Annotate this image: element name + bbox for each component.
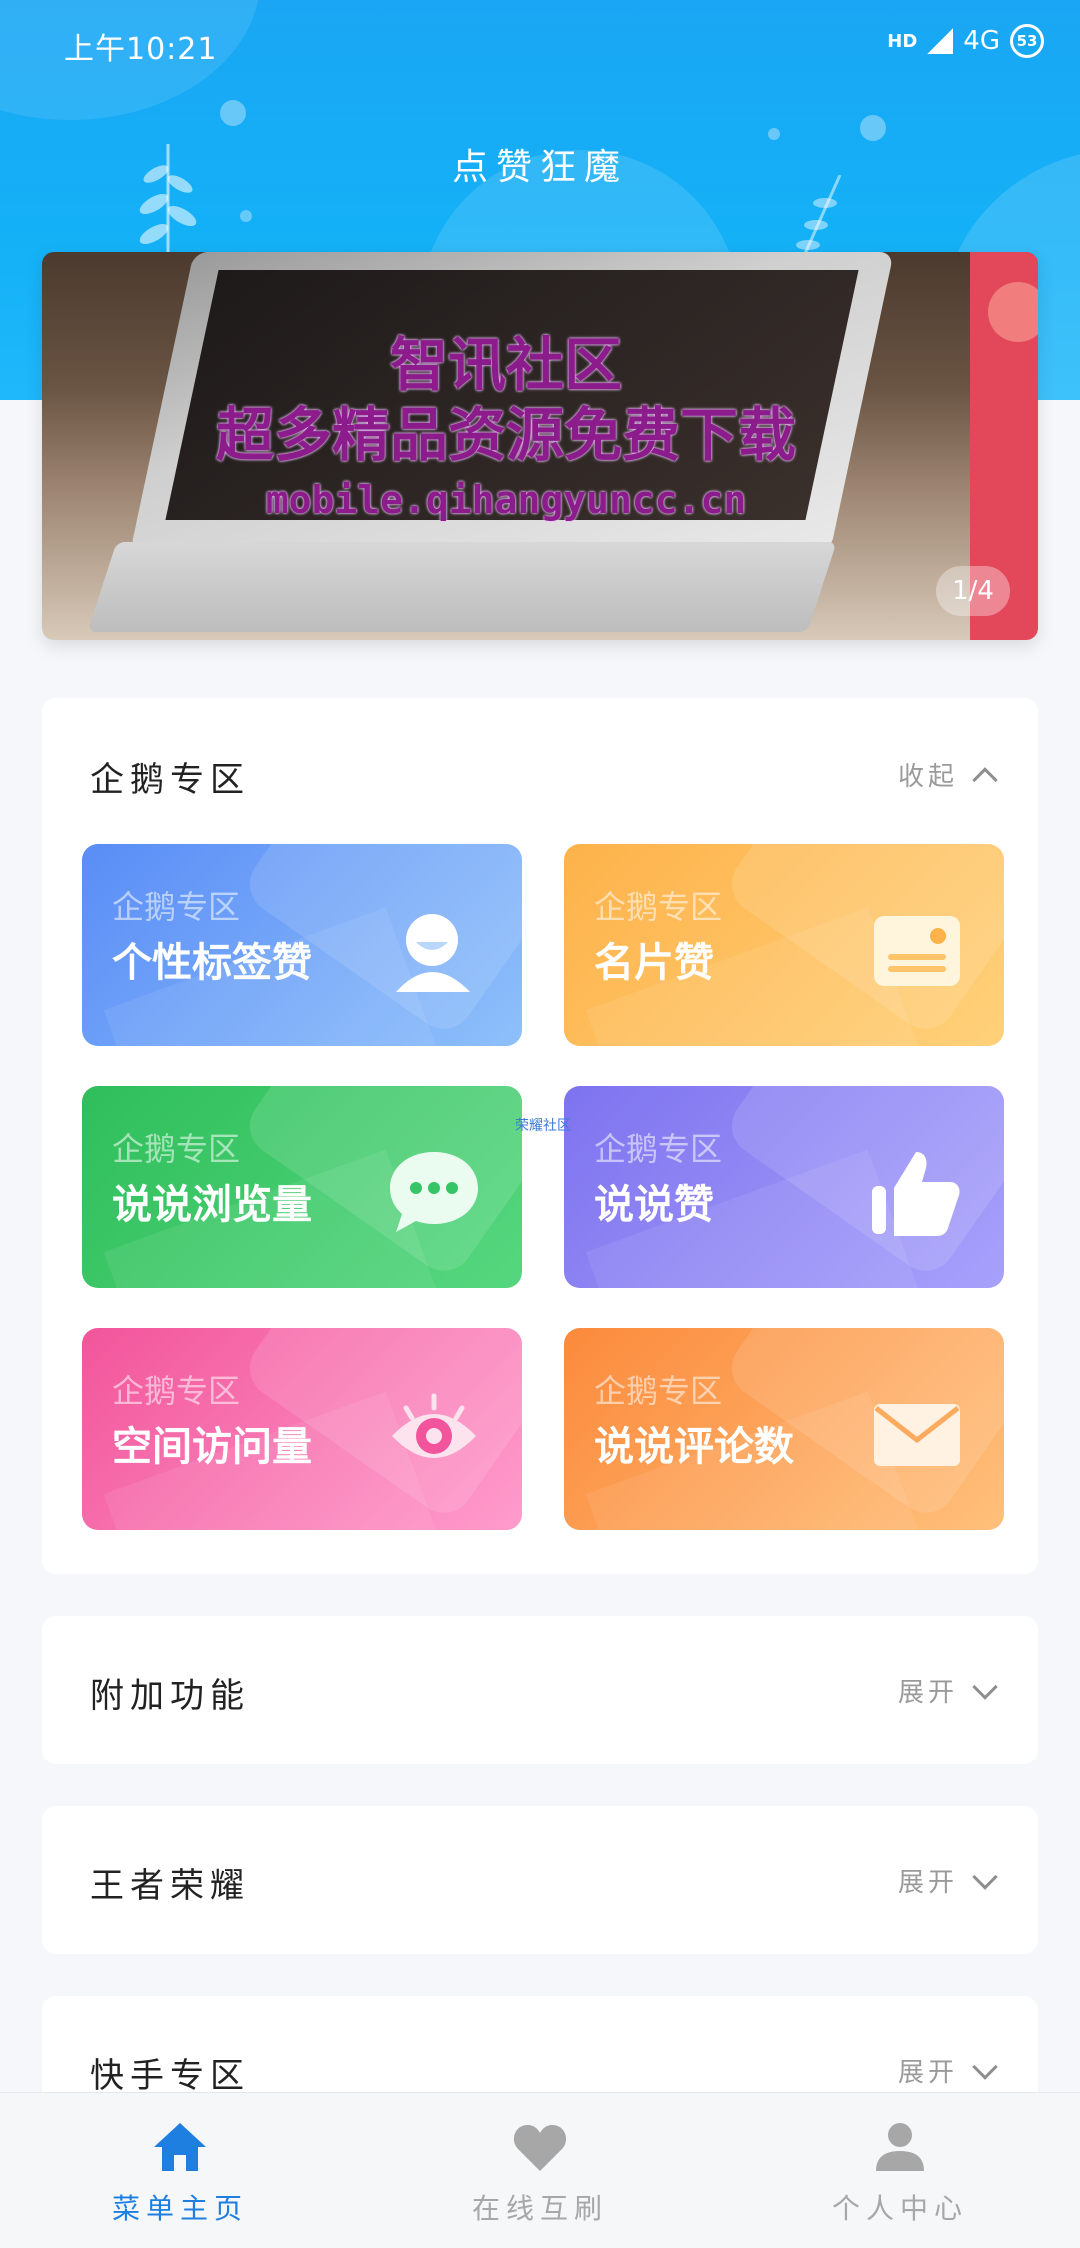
banner-pager: 1/4 bbox=[936, 566, 1010, 616]
tile-subtitle: 企鹅专区 bbox=[112, 1130, 241, 1168]
chevron-down-icon bbox=[972, 1673, 998, 1700]
tile-subtitle: 企鹅专区 bbox=[594, 888, 723, 926]
tab-home[interactable]: 菜单主页 bbox=[0, 2093, 360, 2248]
home-icon bbox=[154, 2123, 206, 2171]
chevron-down-icon bbox=[972, 2053, 998, 2080]
expand-toggle[interactable]: 展开 bbox=[897, 1862, 998, 1899]
banner-text: 智讯社区 超多精品资源免费下载 mobile.qihangyuncc.cn bbox=[42, 330, 970, 530]
tab-profile[interactable]: 个人中心 bbox=[720, 2093, 1080, 2248]
watermark-text: 荣耀社区 bbox=[515, 1118, 571, 1134]
expand-toggle[interactable]: 展开 bbox=[897, 1672, 998, 1709]
tile-label: 说说浏览量 bbox=[112, 1182, 312, 1228]
tile-post-views[interactable]: 企鹅专区 说说浏览量 bbox=[82, 1086, 522, 1288]
thumbs-up-icon bbox=[872, 1152, 960, 1236]
bottom-tab-bar: 菜单主页 在线互刷 个人中心 bbox=[0, 2092, 1080, 2248]
network-label: 4G bbox=[963, 26, 1000, 56]
tile-label: 名片赞 bbox=[594, 940, 714, 986]
toggle-label: 展开 bbox=[897, 2058, 958, 2088]
tile-tag-likes[interactable]: 企鹅专区 个性标签赞 bbox=[82, 844, 522, 1046]
toggle-label: 展开 bbox=[897, 1678, 958, 1708]
tab-label: 菜单主页 bbox=[111, 2192, 248, 2225]
toggle-label: 收起 bbox=[897, 762, 958, 792]
tile-label: 说说赞 bbox=[594, 1182, 714, 1228]
tile-post-comments[interactable]: 企鹅专区 说说评论数 bbox=[564, 1328, 1004, 1530]
eye-icon bbox=[392, 1393, 476, 1458]
collapse-toggle[interactable]: 收起 bbox=[897, 756, 998, 793]
section-title: 王者荣耀 bbox=[90, 1866, 250, 1906]
hd-label: HD bbox=[887, 30, 918, 52]
tile-subtitle: 企鹅专区 bbox=[112, 888, 241, 926]
heart-icon bbox=[513, 2125, 567, 2171]
section-qq: 企鹅专区 收起 企鹅专区 个性标签赞 企鹅专区 名片赞 企鹅专区 说说浏览量 企… bbox=[42, 698, 1038, 1574]
banner-carousel[interactable]: 智讯社区 超多精品资源免费下载 mobile.qihangyuncc.cn 1/… bbox=[42, 252, 1038, 640]
chat-bubble-icon bbox=[390, 1152, 478, 1232]
card-icon bbox=[874, 916, 960, 986]
tile-card-likes[interactable]: 企鹅专区 名片赞 bbox=[564, 844, 1004, 1046]
status-bar: 上午10:21 HD 4G 53 bbox=[0, 0, 1080, 90]
status-time: 上午10:21 bbox=[64, 32, 218, 67]
section-honor-of-kings[interactable]: 王者荣耀 展开 bbox=[42, 1806, 1038, 1954]
tab-mutual[interactable]: 在线互刷 bbox=[360, 2093, 720, 2248]
tab-label: 在线互刷 bbox=[471, 2192, 608, 2225]
toggle-label: 展开 bbox=[897, 1868, 958, 1898]
expand-toggle[interactable]: 展开 bbox=[897, 2052, 998, 2089]
tile-subtitle: 企鹅专区 bbox=[112, 1372, 241, 1410]
tile-subtitle: 企鹅专区 bbox=[594, 1372, 723, 1410]
tile-subtitle: 企鹅专区 bbox=[594, 1130, 723, 1168]
tile-space-visits[interactable]: 企鹅专区 空间访问量 bbox=[82, 1328, 522, 1530]
user-icon bbox=[876, 2123, 924, 2171]
section-extras[interactable]: 附加功能 展开 bbox=[42, 1616, 1038, 1764]
banner-line-3: mobile.qihangyuncc.cn bbox=[265, 478, 747, 522]
envelope-icon bbox=[874, 1404, 960, 1466]
banner-line-1: 智讯社区 bbox=[389, 331, 622, 399]
status-indicators: HD 4G 53 bbox=[887, 24, 1044, 58]
section-title: 企鹅专区 bbox=[90, 760, 250, 800]
chevron-up-icon bbox=[972, 766, 998, 793]
page-title: 点赞狂魔 bbox=[451, 147, 628, 188]
tile-label: 说说评论数 bbox=[594, 1424, 794, 1470]
tab-label: 个人中心 bbox=[831, 2192, 968, 2225]
tile-label: 个性标签赞 bbox=[112, 940, 312, 986]
banner-line-2: 超多精品资源免费下载 bbox=[215, 401, 796, 469]
battery-icon: 53 bbox=[1010, 24, 1044, 58]
tile-post-likes[interactable]: 企鹅专区 说说赞 bbox=[564, 1086, 1004, 1288]
tile-label: 空间访问量 bbox=[112, 1424, 312, 1470]
signal-icon bbox=[927, 28, 954, 54]
section-title: 附加功能 bbox=[90, 1676, 250, 1716]
chevron-down-icon bbox=[972, 1863, 998, 1890]
section-header[interactable]: 企鹅专区 收起 bbox=[42, 698, 1038, 848]
section-title: 快手专区 bbox=[90, 2056, 250, 2096]
person-icon bbox=[396, 914, 470, 992]
